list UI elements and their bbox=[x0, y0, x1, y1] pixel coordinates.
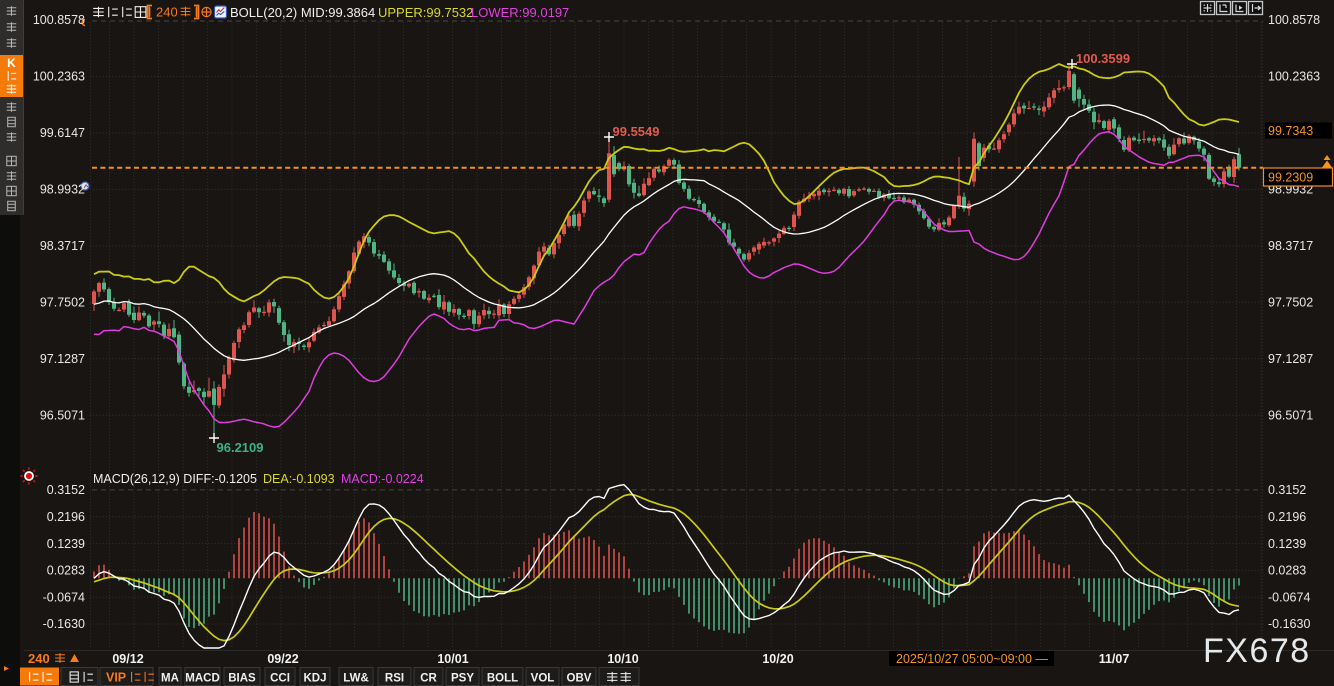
svg-text:97.7502: 97.7502 bbox=[1268, 296, 1313, 310]
svg-text:99.5549: 99.5549 bbox=[613, 124, 660, 139]
svg-text:-0.1630: -0.1630 bbox=[1268, 617, 1310, 631]
svg-text:LW&: LW& bbox=[343, 673, 369, 685]
svg-text:0.3152: 0.3152 bbox=[47, 483, 85, 497]
svg-text:09/22: 09/22 bbox=[267, 652, 298, 666]
svg-text:KDJ: KDJ bbox=[303, 673, 326, 685]
svg-text:VIP: VIP bbox=[106, 671, 126, 685]
svg-text:0.1239: 0.1239 bbox=[1268, 537, 1306, 551]
svg-text:100.3599: 100.3599 bbox=[1076, 51, 1130, 66]
svg-text:-0.0674: -0.0674 bbox=[1268, 590, 1310, 604]
svg-text:MACD: MACD bbox=[185, 673, 220, 685]
svg-text:10/20: 10/20 bbox=[762, 652, 793, 666]
svg-text:100.8578: 100.8578 bbox=[1268, 13, 1320, 27]
svg-text:97.1287: 97.1287 bbox=[1268, 352, 1313, 366]
svg-text:K: K bbox=[7, 56, 16, 70]
svg-text:0.3152: 0.3152 bbox=[1268, 483, 1306, 497]
svg-text:BOLL(20,2) MID:99.3864: BOLL(20,2) MID:99.3864 bbox=[230, 5, 375, 20]
svg-text:98.3717: 98.3717 bbox=[1268, 239, 1313, 253]
svg-text:0.0283: 0.0283 bbox=[47, 564, 85, 578]
svg-text:97.1287: 97.1287 bbox=[40, 352, 85, 366]
svg-text:10/10: 10/10 bbox=[607, 652, 638, 666]
svg-text:PSY: PSY bbox=[451, 673, 474, 685]
svg-text:UPPER:99.7532: UPPER:99.7532 bbox=[378, 5, 473, 20]
svg-text:98.3717: 98.3717 bbox=[40, 239, 85, 253]
svg-text:99.2309: 99.2309 bbox=[1268, 171, 1313, 185]
svg-text:LOWER:99.0197: LOWER:99.0197 bbox=[471, 5, 569, 20]
svg-text:CCI: CCI bbox=[270, 673, 290, 685]
svg-text:MACD:-0.0224: MACD:-0.0224 bbox=[341, 472, 424, 486]
svg-text:BOLL: BOLL bbox=[487, 673, 518, 685]
svg-text:09/12: 09/12 bbox=[112, 652, 143, 666]
svg-text:96.2109: 96.2109 bbox=[217, 440, 264, 455]
svg-text:96.5071: 96.5071 bbox=[40, 408, 85, 422]
svg-text:OBV: OBV bbox=[567, 673, 592, 685]
svg-text:FX678: FX678 bbox=[1203, 632, 1311, 670]
svg-text:0.1239: 0.1239 bbox=[47, 537, 85, 551]
svg-text:10/01: 10/01 bbox=[437, 652, 468, 666]
svg-text:100.2363: 100.2363 bbox=[33, 70, 85, 84]
svg-text:MA: MA bbox=[161, 673, 179, 685]
svg-text:CR: CR bbox=[420, 673, 437, 685]
svg-text:100.8578: 100.8578 bbox=[33, 13, 85, 27]
svg-text:96.5071: 96.5071 bbox=[1268, 408, 1313, 422]
svg-text:-0.0674: -0.0674 bbox=[43, 590, 85, 604]
svg-text:100.2363: 100.2363 bbox=[1268, 70, 1320, 84]
svg-text:11/07: 11/07 bbox=[1099, 652, 1130, 666]
svg-text:240: 240 bbox=[156, 5, 178, 20]
svg-text:97.7502: 97.7502 bbox=[40, 296, 85, 310]
svg-text:0.2196: 0.2196 bbox=[1268, 510, 1306, 524]
svg-text:MACD(26,12,9) DIFF:-0.1205: MACD(26,12,9) DIFF:-0.1205 bbox=[93, 472, 257, 486]
svg-text:240: 240 bbox=[28, 651, 50, 666]
svg-text:98.9932: 98.9932 bbox=[40, 183, 85, 197]
svg-text:VOL: VOL bbox=[531, 673, 555, 685]
svg-text:99.6147: 99.6147 bbox=[40, 126, 85, 140]
svg-text:99.7343: 99.7343 bbox=[1268, 124, 1313, 138]
svg-text:RSI: RSI bbox=[385, 673, 404, 685]
svg-text:0.0283: 0.0283 bbox=[1268, 564, 1306, 578]
svg-text:DEA:-0.1093: DEA:-0.1093 bbox=[263, 472, 335, 486]
svg-text:-0.1630: -0.1630 bbox=[43, 617, 85, 631]
svg-text:0.2196: 0.2196 bbox=[47, 510, 85, 524]
svg-text:2025/10/27 05:00~09:00 —: 2025/10/27 05:00~09:00 — bbox=[896, 652, 1048, 666]
svg-text:BIAS: BIAS bbox=[228, 673, 256, 685]
